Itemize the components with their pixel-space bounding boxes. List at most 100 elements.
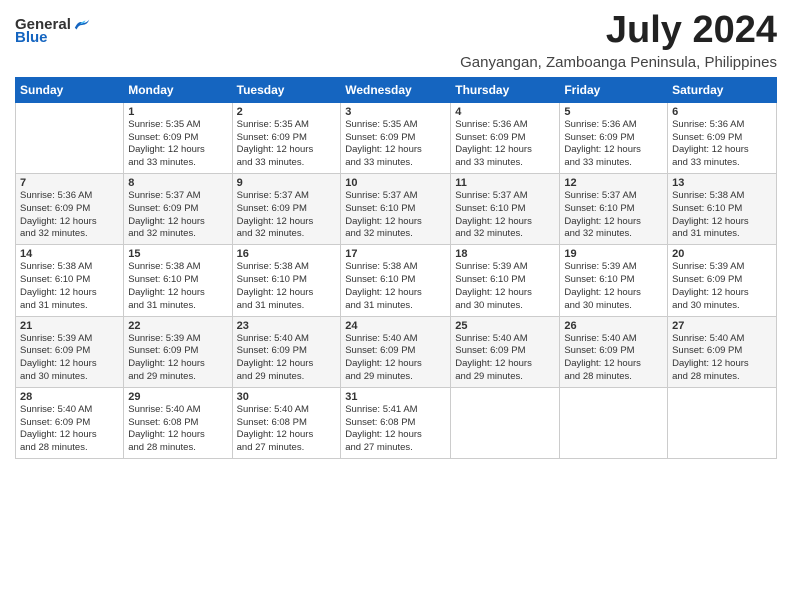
- calendar-cell: 30Sunrise: 5:40 AM Sunset: 6:08 PM Dayli…: [232, 387, 341, 458]
- day-info: Sunrise: 5:40 AM Sunset: 6:09 PM Dayligh…: [455, 333, 555, 384]
- day-number: 28: [20, 391, 119, 403]
- day-info: Sunrise: 5:39 AM Sunset: 6:09 PM Dayligh…: [20, 333, 119, 384]
- day-number: 11: [455, 177, 555, 189]
- header-cell-sunday: Sunday: [16, 77, 124, 102]
- day-number: 29: [128, 391, 227, 403]
- calendar-cell: 24Sunrise: 5:40 AM Sunset: 6:09 PM Dayli…: [341, 316, 451, 387]
- calendar-body: 1Sunrise: 5:35 AM Sunset: 6:09 PM Daylig…: [16, 102, 777, 458]
- calendar-cell: 7Sunrise: 5:36 AM Sunset: 6:09 PM Daylig…: [16, 174, 124, 245]
- day-number: 14: [20, 248, 119, 260]
- header-cell-wednesday: Wednesday: [341, 77, 451, 102]
- day-info: Sunrise: 5:39 AM Sunset: 6:09 PM Dayligh…: [672, 261, 772, 312]
- day-info: Sunrise: 5:40 AM Sunset: 6:09 PM Dayligh…: [564, 333, 663, 384]
- day-number: 7: [20, 177, 119, 189]
- day-number: 26: [564, 320, 663, 332]
- day-info: Sunrise: 5:40 AM Sunset: 6:09 PM Dayligh…: [672, 333, 772, 384]
- header-cell-monday: Monday: [124, 77, 232, 102]
- day-number: 27: [672, 320, 772, 332]
- calendar-cell: 17Sunrise: 5:38 AM Sunset: 6:10 PM Dayli…: [341, 245, 451, 316]
- header-cell-friday: Friday: [560, 77, 668, 102]
- calendar-cell: 15Sunrise: 5:38 AM Sunset: 6:10 PM Dayli…: [124, 245, 232, 316]
- calendar-cell: 9Sunrise: 5:37 AM Sunset: 6:09 PM Daylig…: [232, 174, 341, 245]
- calendar-cell: 4Sunrise: 5:36 AM Sunset: 6:09 PM Daylig…: [451, 102, 560, 173]
- calendar-cell: [16, 102, 124, 173]
- day-info: Sunrise: 5:37 AM Sunset: 6:09 PM Dayligh…: [237, 190, 337, 241]
- day-info: Sunrise: 5:40 AM Sunset: 6:08 PM Dayligh…: [128, 404, 227, 455]
- day-number: 19: [564, 248, 663, 260]
- calendar-table: SundayMondayTuesdayWednesdayThursdayFrid…: [15, 77, 777, 459]
- calendar-cell: 12Sunrise: 5:37 AM Sunset: 6:10 PM Dayli…: [560, 174, 668, 245]
- title-area: July 2024 Ganyangan, Zamboanga Peninsula…: [460, 10, 777, 71]
- day-number: 25: [455, 320, 555, 332]
- day-number: 5: [564, 106, 663, 118]
- calendar-cell: 27Sunrise: 5:40 AM Sunset: 6:09 PM Dayli…: [668, 316, 777, 387]
- day-info: Sunrise: 5:40 AM Sunset: 6:09 PM Dayligh…: [345, 333, 446, 384]
- calendar-cell: 2Sunrise: 5:35 AM Sunset: 6:09 PM Daylig…: [232, 102, 341, 173]
- calendar-cell: 8Sunrise: 5:37 AM Sunset: 6:09 PM Daylig…: [124, 174, 232, 245]
- day-number: 2: [237, 106, 337, 118]
- day-number: 4: [455, 106, 555, 118]
- day-number: 24: [345, 320, 446, 332]
- day-number: 9: [237, 177, 337, 189]
- day-info: Sunrise: 5:36 AM Sunset: 6:09 PM Dayligh…: [672, 119, 772, 170]
- day-number: 10: [345, 177, 446, 189]
- day-number: 22: [128, 320, 227, 332]
- calendar-cell: 28Sunrise: 5:40 AM Sunset: 6:09 PM Dayli…: [16, 387, 124, 458]
- day-number: 8: [128, 177, 227, 189]
- calendar-week-row: 7Sunrise: 5:36 AM Sunset: 6:09 PM Daylig…: [16, 174, 777, 245]
- day-number: 16: [237, 248, 337, 260]
- day-number: 3: [345, 106, 446, 118]
- day-info: Sunrise: 5:35 AM Sunset: 6:09 PM Dayligh…: [237, 119, 337, 170]
- day-info: Sunrise: 5:38 AM Sunset: 6:10 PM Dayligh…: [345, 261, 446, 312]
- day-info: Sunrise: 5:37 AM Sunset: 6:10 PM Dayligh…: [345, 190, 446, 241]
- day-info: Sunrise: 5:36 AM Sunset: 6:09 PM Dayligh…: [564, 119, 663, 170]
- calendar-cell: 26Sunrise: 5:40 AM Sunset: 6:09 PM Dayli…: [560, 316, 668, 387]
- calendar-cell: 18Sunrise: 5:39 AM Sunset: 6:10 PM Dayli…: [451, 245, 560, 316]
- day-info: Sunrise: 5:38 AM Sunset: 6:10 PM Dayligh…: [237, 261, 337, 312]
- day-number: 6: [672, 106, 772, 118]
- day-number: 23: [237, 320, 337, 332]
- page-header: General Blue July 2024 Ganyangan, Zamboa…: [15, 10, 777, 71]
- day-info: Sunrise: 5:40 AM Sunset: 6:09 PM Dayligh…: [237, 333, 337, 384]
- day-info: Sunrise: 5:40 AM Sunset: 6:09 PM Dayligh…: [20, 404, 119, 455]
- month-title: July 2024: [460, 10, 777, 52]
- day-info: Sunrise: 5:35 AM Sunset: 6:09 PM Dayligh…: [128, 119, 227, 170]
- day-number: 18: [455, 248, 555, 260]
- calendar-week-row: 14Sunrise: 5:38 AM Sunset: 6:10 PM Dayli…: [16, 245, 777, 316]
- calendar-header-row: SundayMondayTuesdayWednesdayThursdayFrid…: [16, 77, 777, 102]
- day-info: Sunrise: 5:41 AM Sunset: 6:08 PM Dayligh…: [345, 404, 446, 455]
- calendar-week-row: 21Sunrise: 5:39 AM Sunset: 6:09 PM Dayli…: [16, 316, 777, 387]
- calendar-cell: [451, 387, 560, 458]
- calendar-cell: 29Sunrise: 5:40 AM Sunset: 6:08 PM Dayli…: [124, 387, 232, 458]
- calendar-week-row: 28Sunrise: 5:40 AM Sunset: 6:09 PM Dayli…: [16, 387, 777, 458]
- day-info: Sunrise: 5:35 AM Sunset: 6:09 PM Dayligh…: [345, 119, 446, 170]
- logo-bird-icon: [73, 18, 91, 32]
- day-number: 20: [672, 248, 772, 260]
- calendar-cell: 10Sunrise: 5:37 AM Sunset: 6:10 PM Dayli…: [341, 174, 451, 245]
- calendar-week-row: 1Sunrise: 5:35 AM Sunset: 6:09 PM Daylig…: [16, 102, 777, 173]
- header-cell-saturday: Saturday: [668, 77, 777, 102]
- calendar-cell: 1Sunrise: 5:35 AM Sunset: 6:09 PM Daylig…: [124, 102, 232, 173]
- day-info: Sunrise: 5:39 AM Sunset: 6:09 PM Dayligh…: [128, 333, 227, 384]
- day-number: 21: [20, 320, 119, 332]
- day-info: Sunrise: 5:36 AM Sunset: 6:09 PM Dayligh…: [20, 190, 119, 241]
- calendar-cell: 23Sunrise: 5:40 AM Sunset: 6:09 PM Dayli…: [232, 316, 341, 387]
- day-info: Sunrise: 5:40 AM Sunset: 6:08 PM Dayligh…: [237, 404, 337, 455]
- header-cell-thursday: Thursday: [451, 77, 560, 102]
- day-number: 17: [345, 248, 446, 260]
- calendar-cell: [560, 387, 668, 458]
- calendar-cell: 20Sunrise: 5:39 AM Sunset: 6:09 PM Dayli…: [668, 245, 777, 316]
- calendar-cell: 25Sunrise: 5:40 AM Sunset: 6:09 PM Dayli…: [451, 316, 560, 387]
- day-info: Sunrise: 5:39 AM Sunset: 6:10 PM Dayligh…: [455, 261, 555, 312]
- day-info: Sunrise: 5:39 AM Sunset: 6:10 PM Dayligh…: [564, 261, 663, 312]
- logo-blue-text: Blue: [15, 29, 48, 46]
- calendar-cell: 11Sunrise: 5:37 AM Sunset: 6:10 PM Dayli…: [451, 174, 560, 245]
- day-number: 31: [345, 391, 446, 403]
- day-number: 1: [128, 106, 227, 118]
- day-info: Sunrise: 5:38 AM Sunset: 6:10 PM Dayligh…: [672, 190, 772, 241]
- day-number: 30: [237, 391, 337, 403]
- day-number: 15: [128, 248, 227, 260]
- calendar-cell: 14Sunrise: 5:38 AM Sunset: 6:10 PM Dayli…: [16, 245, 124, 316]
- calendar-cell: 31Sunrise: 5:41 AM Sunset: 6:08 PM Dayli…: [341, 387, 451, 458]
- day-info: Sunrise: 5:38 AM Sunset: 6:10 PM Dayligh…: [20, 261, 119, 312]
